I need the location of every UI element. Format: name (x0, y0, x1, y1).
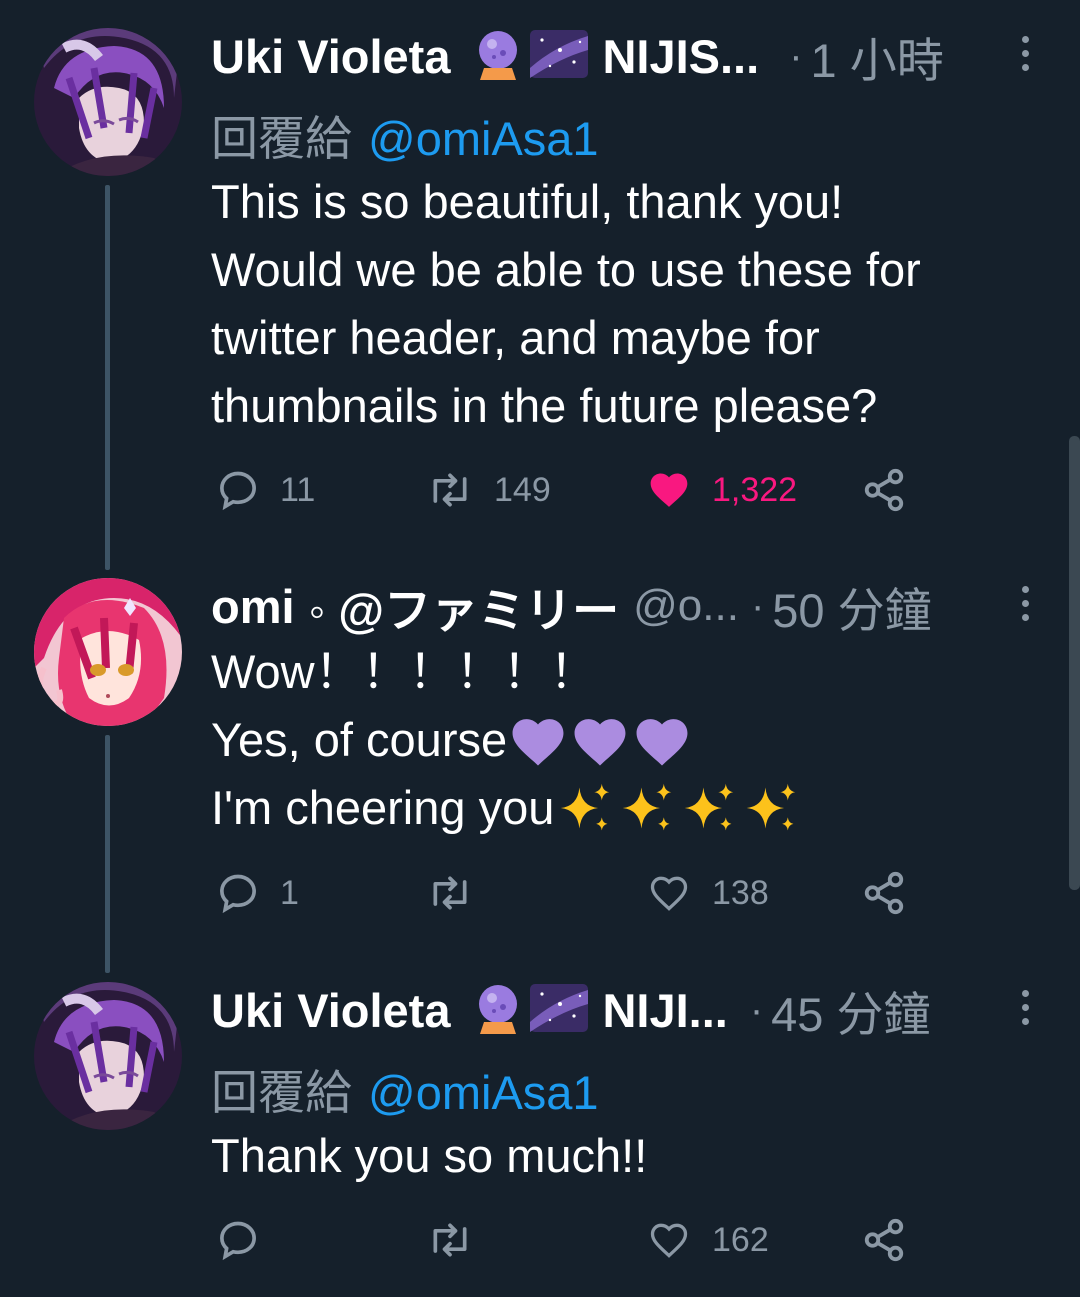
tweet-actions: 162 (211, 1215, 931, 1265)
scrollbar[interactable] (1069, 436, 1080, 890)
thread-line (105, 185, 110, 570)
sparkles-emoji (561, 783, 610, 831)
author-name-suffix: NIJIS... (602, 29, 760, 83)
reply-icon (220, 874, 256, 914)
reply-count: 1 (280, 873, 299, 912)
separator: · (749, 987, 764, 1032)
like-count: 1,322 (712, 470, 798, 509)
tweet-text-line-content: Yes, of course (211, 713, 508, 766)
share-icon (864, 1218, 904, 1262)
tweet-text: Wow！！！！！！ Yes, of course I'm cheering yo… (211, 638, 802, 842)
author-name-suffix: ◦ @ファミリー (308, 583, 620, 637)
sparkles-emoji (685, 783, 734, 831)
crystal-ball-emoji (472, 982, 524, 1039)
retweet-icon (433, 1223, 467, 1257)
avatar[interactable] (34, 578, 182, 726)
author-name-suffix: NIJI... (602, 983, 728, 1037)
share-icon (864, 468, 904, 512)
retweet-button[interactable] (426, 868, 494, 918)
heart-icon (650, 1223, 688, 1258)
reply-count: 11 (280, 470, 316, 509)
author-name[interactable]: Uki Violeta (211, 983, 450, 1038)
tweet-text-line: twitter header, and maybe for (211, 311, 820, 364)
mention-link[interactable]: @omiAsa1 (368, 1066, 599, 1119)
milky-way-emoji (530, 982, 589, 1039)
more-icon[interactable] (1016, 586, 1034, 621)
retweet-button[interactable]: 149 (426, 465, 551, 515)
heart-filled-icon (650, 473, 688, 507)
thread-line (105, 735, 110, 973)
avatar[interactable] (34, 28, 182, 176)
avatar-image (34, 28, 182, 176)
tweet-text-line: Yes, of course (211, 706, 802, 774)
milky-way-emoji (530, 28, 589, 85)
more-icon[interactable] (1016, 36, 1034, 71)
tweet-text-line: thumbnails in the future please? (211, 379, 878, 432)
like-count: 162 (712, 1220, 769, 1259)
like-button[interactable]: 162 (646, 1215, 769, 1265)
heart-icon (650, 876, 688, 911)
reply-label: 回覆給 (211, 1066, 352, 1119)
reply-icon (220, 1221, 256, 1261)
timestamp[interactable]: 45 分鐘 (771, 976, 930, 1045)
tweet-text-line: This is so beautiful, thank you! (211, 175, 844, 228)
more-icon[interactable] (1016, 990, 1034, 1025)
share-button[interactable] (861, 868, 907, 918)
purple-heart-emoji (512, 719, 564, 766)
separator: · (750, 583, 765, 628)
reply-button[interactable] (216, 1215, 280, 1265)
author-handle[interactable]: @o... (633, 581, 739, 631)
tweet-actions: 11 149 1,322 (211, 465, 931, 515)
crystal-ball-emoji (472, 28, 524, 85)
tweet-text: This is so beautiful, thank you! Would w… (211, 168, 921, 440)
avatar[interactable] (34, 982, 182, 1130)
tweet-header: omi ◦ @ファミリー @o... · 50 分鐘 (211, 578, 932, 637)
sparkles-emoji (747, 783, 796, 831)
author-name[interactable]: omi (211, 579, 295, 634)
avatar-image (34, 982, 182, 1130)
retweet-count: 149 (494, 470, 551, 509)
sparkles-emoji (623, 783, 672, 831)
share-button[interactable] (861, 1215, 907, 1265)
reply-context: 回覆給 @omiAsa1 (211, 1054, 599, 1123)
tweet-text: Thank you so much!! (211, 1122, 647, 1190)
reply-icon (220, 471, 256, 511)
separator: · (789, 33, 803, 78)
tweet-header: Uki Violeta NIJI... · 45 分鐘 (211, 982, 931, 1041)
tweet-text-line: Thank you so much!! (211, 1129, 648, 1182)
share-button[interactable] (861, 465, 907, 515)
reply-context: 回覆給 @omiAsa1 (211, 100, 599, 169)
like-button[interactable]: 1,322 (646, 465, 797, 515)
purple-heart-emoji (636, 719, 688, 766)
retweet-button[interactable] (426, 1215, 494, 1265)
retweet-icon (433, 473, 467, 507)
retweet-icon (433, 876, 467, 910)
reply-label: 回覆給 (211, 112, 352, 165)
tweet-text-line: Would we be able to use these for (211, 243, 921, 296)
like-button[interactable]: 138 (646, 868, 769, 918)
avatar-image (34, 578, 182, 726)
like-count: 138 (712, 873, 769, 912)
tweet-text-line: Wow！！！！！！ (211, 645, 597, 698)
tweet-text-line-content: I'm cheering you (211, 781, 555, 834)
timestamp[interactable]: 1 小時 (811, 22, 944, 91)
tweet-text-line: I'm cheering you (211, 774, 802, 842)
tweet-actions: 1 138 (211, 868, 931, 918)
reply-button[interactable]: 11 (216, 465, 315, 515)
reply-button[interactable]: 1 (216, 868, 299, 918)
tweet-header: Uki Violeta NIJIS... · 1 小時 (211, 28, 944, 87)
timestamp[interactable]: 50 分鐘 (772, 572, 931, 641)
mention-link[interactable]: @omiAsa1 (368, 112, 599, 165)
share-icon (864, 871, 904, 915)
author-name[interactable]: Uki Violeta (211, 29, 450, 84)
purple-heart-emoji (574, 719, 626, 766)
